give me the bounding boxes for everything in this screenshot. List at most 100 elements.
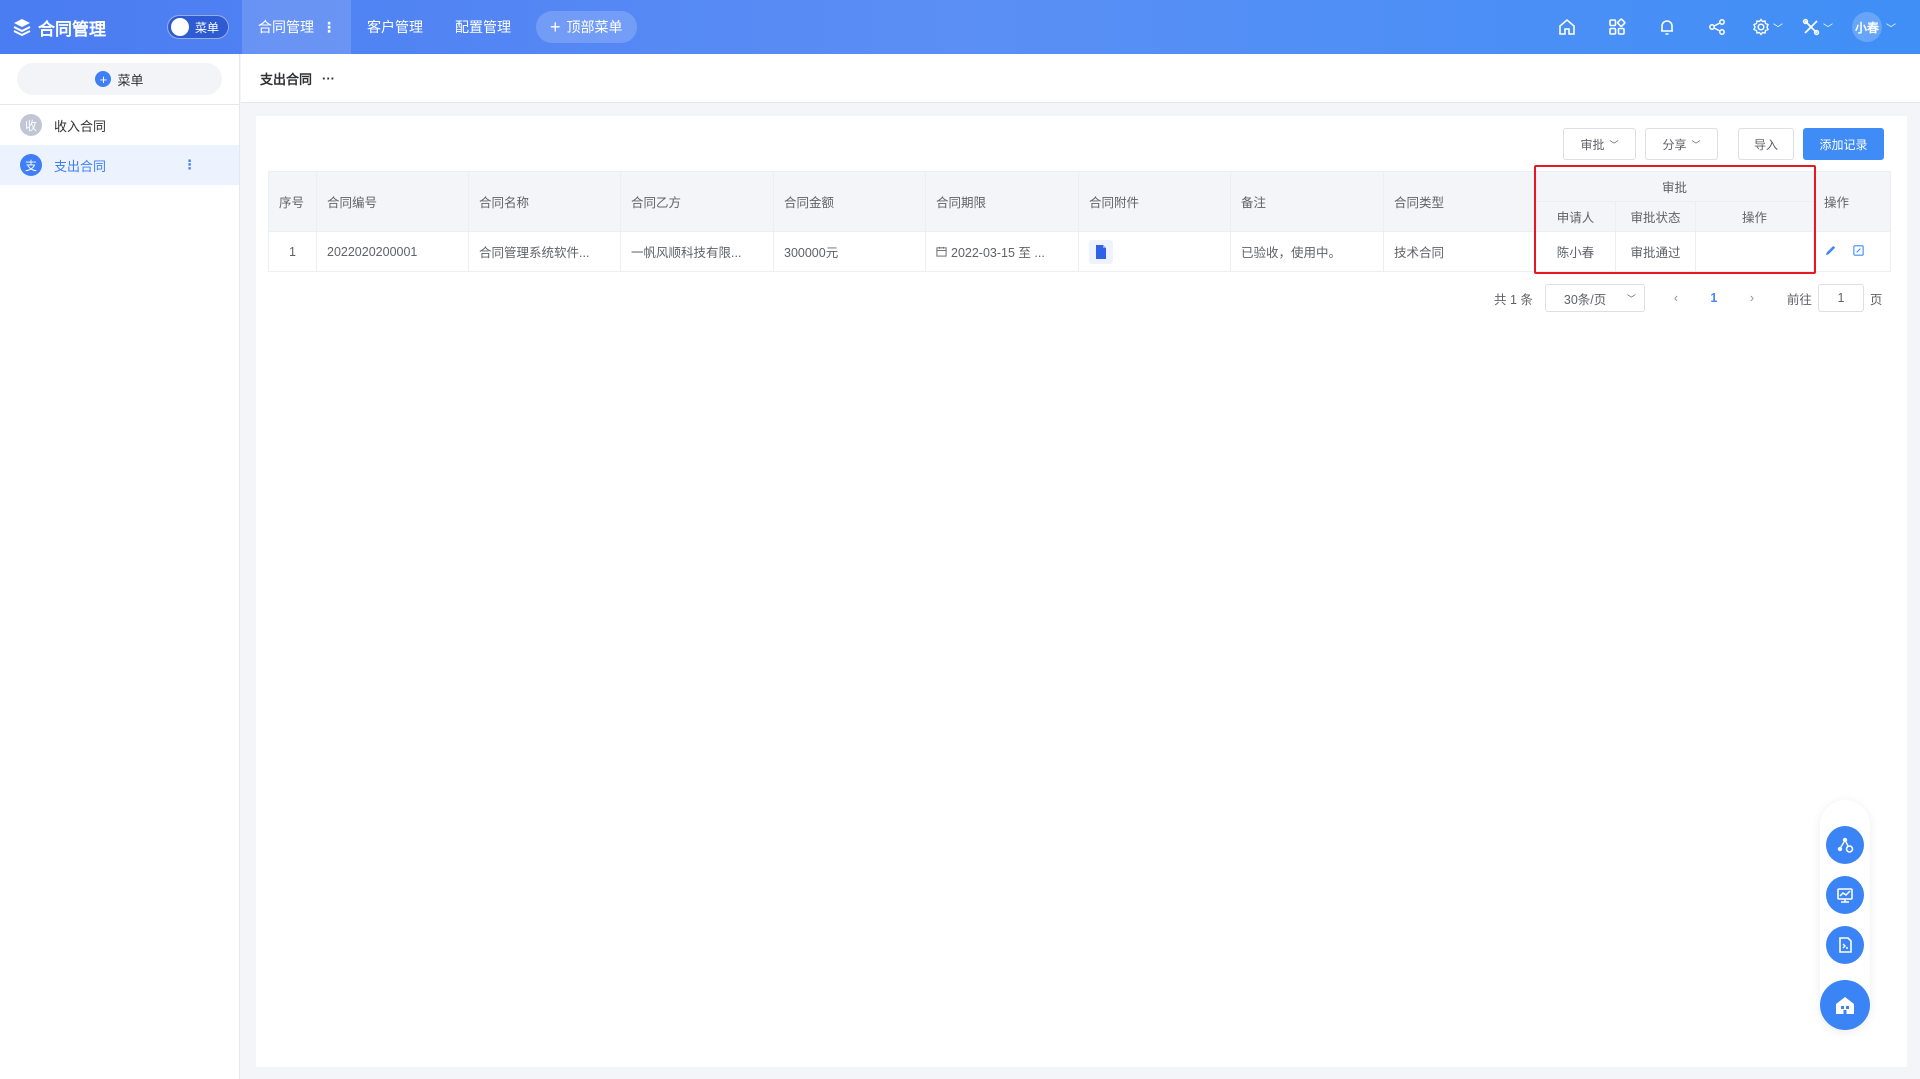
cell-amount: 300000元 (773, 231, 926, 272)
column-group-approval: 审批 (1535, 171, 1814, 202)
approve-label: 审批 (1580, 137, 1605, 152)
table-row[interactable]: 1 2022020200001 合同管理系统软件... 一帆风顺科技有限... … (268, 231, 1891, 272)
avatar: 小春 (1852, 12, 1882, 42)
add-record-button[interactable]: 添加记录 (1803, 128, 1884, 160)
top-nav-label: 合同管理 (258, 19, 314, 35)
share-dropdown-button[interactable]: 分享 ﹀ (1645, 128, 1718, 160)
cell-party-b: 一帆风顺科技有限... (620, 231, 774, 272)
column-header-party-b[interactable]: 合同乙方 (620, 171, 774, 232)
import-label: 导入 (1753, 137, 1778, 152)
page-size-value: 30条/页 (1563, 292, 1607, 307)
plus-icon: + (550, 16, 561, 37)
sidebar-item-badge: 收 (20, 114, 42, 136)
dashboard-icon[interactable] (1826, 876, 1864, 914)
page-suffix: 页 (1869, 292, 1883, 307)
chevron-down-icon: ﹀ (1886, 23, 1896, 35)
workspace-home-icon[interactable] (1820, 980, 1870, 1030)
goto-page-input[interactable]: 1 (1817, 284, 1864, 312)
column-header-approval-status[interactable]: 审批状态 (1615, 201, 1696, 232)
cell-code: 2022020200001 (316, 231, 469, 272)
cell-type: 技术合同 (1383, 231, 1536, 272)
script-icon[interactable] (1826, 926, 1864, 964)
chevron-down-icon: ﹀ (1626, 293, 1636, 304)
toggle-knob (171, 18, 189, 36)
share-icon[interactable] (1692, 0, 1742, 54)
prev-page-icon[interactable]: ‹ (1657, 291, 1695, 305)
pagination-total: 共 1 条 (1494, 292, 1533, 307)
file-icon[interactable] (1089, 239, 1113, 264)
top-bar: 合同管理 菜单 合同管理 ⋮ 客户管理 配置管理 + 顶部菜单 ﹀ ﹀ 小春 ﹀ (0, 0, 1920, 54)
import-button[interactable]: 导入 (1738, 128, 1794, 160)
sidebar-item-label: 收入合同 (54, 118, 107, 134)
contract-table: 序号 合同编号 合同名称 合同乙方 合同金额 合同期限 合同附件 备注 合同类型… (268, 171, 1891, 272)
bell-icon[interactable] (1642, 0, 1692, 54)
cell-remark: 已验收，使用中。 (1230, 231, 1384, 272)
home-icon[interactable] (1542, 0, 1592, 54)
app-title: 合同管理 (38, 19, 106, 39)
column-header-approval-action: 操作 (1695, 201, 1814, 232)
top-nav-label: 配置管理 (455, 19, 511, 35)
top-nav-label: 客户管理 (367, 19, 423, 35)
column-header-attachment[interactable]: 合同附件 (1078, 171, 1231, 232)
approve-dropdown-button[interactable]: 审批 ﹀ (1563, 128, 1636, 160)
column-header-actions: 操作 (1813, 171, 1891, 232)
column-header-name[interactable]: 合同名称 (468, 171, 621, 232)
column-header-period[interactable]: 合同期限 (925, 171, 1079, 232)
column-header-applicant[interactable]: 申请人 (1535, 201, 1616, 232)
pagination: 共 1 条 30条/页 ﹀ ‹ 1 › 前往 1 页 (1494, 283, 1882, 313)
cell-name: 合同管理系统软件... (468, 231, 621, 272)
add-menu-label: 菜单 (117, 72, 144, 88)
menu-toggle-label: 菜单 (195, 20, 220, 35)
user-menu[interactable]: 小春 ﹀ (1842, 12, 1906, 42)
sidebar-item-income-contract[interactable]: 收 收入合同 (0, 105, 239, 145)
cell-approval-status: 审批通过 (1615, 231, 1696, 272)
column-header-remark[interactable]: 备注 (1230, 171, 1384, 232)
add-top-menu-label: 顶部菜单 (566, 19, 623, 35)
content-card: 审批 ﹀ 分享 ﹀ 导入 添加记录 序号 合同编号 合同名称 合同乙方 合同金额… (256, 116, 1907, 1067)
breadcrumb: 支出合同 ··· (241, 54, 1920, 103)
page-size-select[interactable]: 30条/页 ﹀ (1544, 284, 1645, 312)
workflow-settings-icon[interactable] (1826, 826, 1864, 864)
sidebar-item-expense-contract[interactable]: 支 支出合同 ⋮ (0, 145, 239, 185)
chevron-down-icon: ﹀ (1823, 23, 1833, 35)
next-page-icon[interactable]: › (1733, 291, 1771, 305)
top-nav-item-customer[interactable]: 客户管理 (351, 0, 439, 54)
apps-grid-icon[interactable] (1592, 0, 1642, 54)
app-logo[interactable]: 合同管理 (12, 0, 106, 54)
add-top-menu-button[interactable]: + 顶部菜单 (536, 11, 637, 43)
column-header-code[interactable]: 合同编号 (316, 171, 469, 232)
share-label: 分享 (1662, 137, 1687, 152)
gear-icon[interactable]: ﹀ (1742, 0, 1792, 54)
top-nav-item-config[interactable]: 配置管理 (439, 0, 527, 54)
header-actions: ﹀ ﹀ 小春 ﹀ (1542, 0, 1906, 54)
chevron-down-icon: ﹀ (1691, 139, 1701, 150)
more-vertical-icon[interactable]: ⋮ (183, 157, 196, 173)
column-header-index: 序号 (268, 171, 317, 232)
period-value: 2022-03-15 至 ... (951, 246, 1045, 260)
top-nav-item-contract[interactable]: 合同管理 ⋮ (242, 0, 351, 54)
sidebar-item-badge: 支 (20, 154, 42, 176)
cell-actions (1813, 231, 1891, 272)
more-horizontal-icon[interactable]: ··· (322, 71, 335, 86)
page-title: 支出合同 (260, 71, 313, 87)
tools-icon[interactable]: ﹀ (1792, 0, 1842, 54)
edit-icon[interactable] (1824, 244, 1837, 260)
top-nav: 合同管理 ⋮ 客户管理 配置管理 (242, 0, 527, 54)
column-header-amount[interactable]: 合同金额 (773, 171, 926, 232)
cell-attachment (1078, 231, 1231, 272)
current-page[interactable]: 1 (1695, 291, 1733, 305)
calendar-icon (936, 246, 947, 260)
more-vertical-icon[interactable]: ⋮ (322, 19, 336, 36)
sidebar: + 菜单 收 收入合同 支 支出合同 ⋮ (0, 54, 240, 1079)
column-header-type[interactable]: 合同类型 (1383, 171, 1536, 232)
cell-period: 2022-03-15 至 ... (925, 231, 1079, 272)
cell-approval-action (1695, 231, 1814, 272)
cell-index: 1 (268, 231, 317, 272)
add-menu-button[interactable]: + 菜单 (17, 63, 222, 95)
add-record-label: 添加记录 (1819, 137, 1868, 152)
detail-icon[interactable] (1852, 244, 1865, 260)
plus-circle-icon: + (95, 71, 112, 87)
sidebar-item-label: 支出合同 (54, 158, 107, 174)
menu-toggle-switch[interactable]: 菜单 (167, 15, 229, 39)
goto-label: 前往 (1786, 292, 1812, 307)
